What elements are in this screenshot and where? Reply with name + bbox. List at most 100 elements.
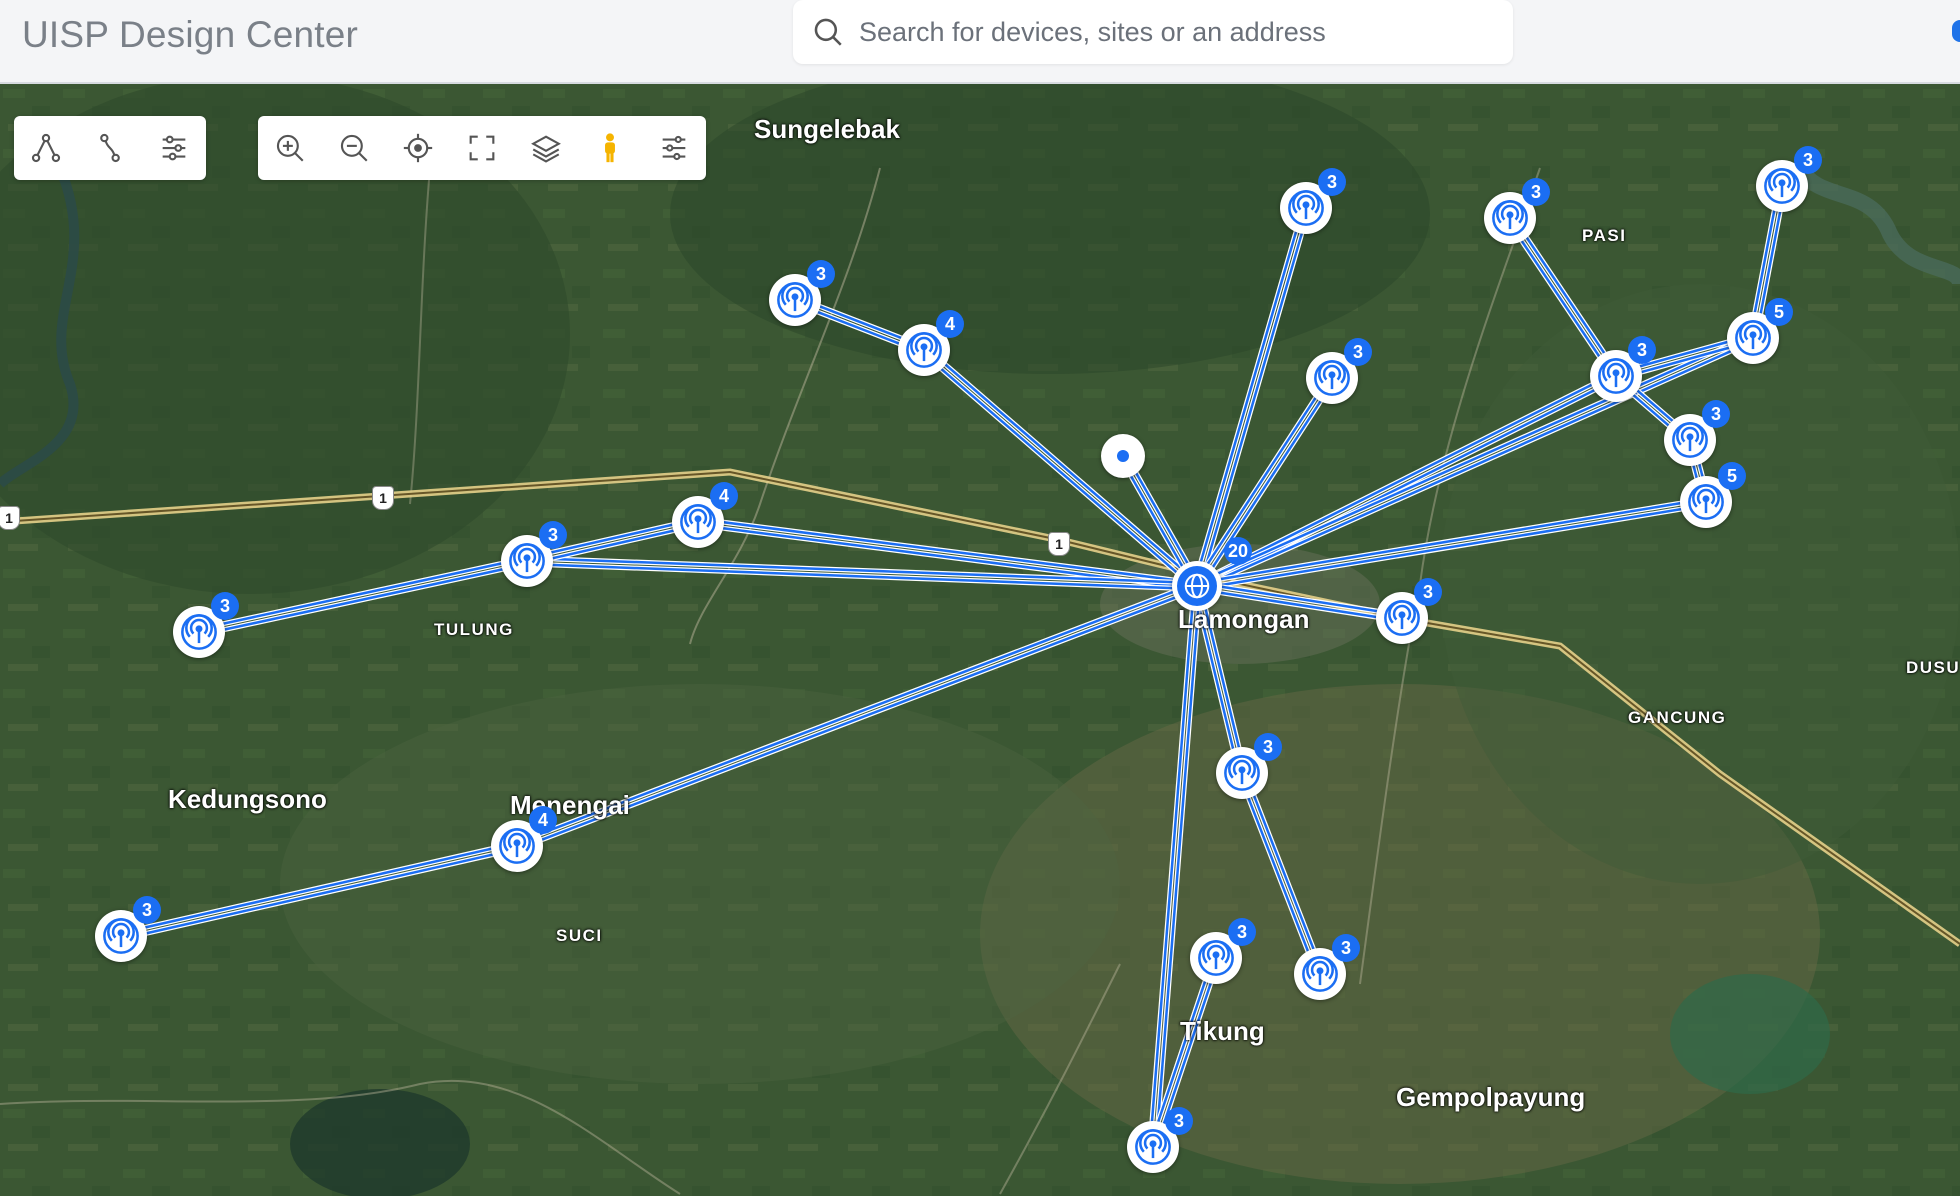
app-title: UISP Design Center: [22, 14, 359, 55]
site-marker[interactable]: 4: [898, 310, 964, 376]
road-shield: 1: [0, 506, 20, 530]
hub-site[interactable]: 20: [1172, 537, 1252, 611]
locate-button[interactable]: [386, 116, 450, 180]
site-marker[interactable]: 3: [95, 896, 161, 962]
site-count-badge: 3: [133, 896, 161, 924]
site-marker[interactable]: 3: [1127, 1107, 1193, 1173]
antenna-icon: [679, 503, 717, 541]
site-count-badge: 3: [1344, 338, 1372, 366]
search-input[interactable]: [845, 0, 1513, 65]
zoom-out-button[interactable]: [322, 116, 386, 180]
antenna-icon: [905, 331, 943, 369]
filter-button[interactable]: [142, 116, 206, 180]
place-label: Tikung: [1180, 1016, 1265, 1046]
place-label: Menengai: [510, 790, 630, 820]
site-marker[interactable]: 3: [769, 260, 835, 326]
locate-icon: [403, 133, 433, 163]
site-count-badge: 3: [1228, 918, 1256, 946]
site-marker[interactable]: 3: [1306, 338, 1372, 404]
site-marker[interactable]: 3: [1756, 146, 1822, 212]
site-marker[interactable]: 4: [672, 482, 738, 548]
site-marker[interactable]: 3: [1664, 400, 1730, 466]
road-shield: 1: [372, 486, 394, 510]
site-marker[interactable]: 3: [173, 592, 239, 658]
antenna-icon: [1223, 754, 1261, 792]
location-pin[interactable]: [1101, 434, 1145, 478]
link-button[interactable]: [78, 116, 142, 180]
map-background: [0, 84, 1960, 1196]
site-marker[interactable]: 3: [1216, 733, 1282, 799]
satellite-map[interactable]: 1 1 1 Sungelebak PASI TULUNG Lamongan Ke…: [0, 84, 1960, 1196]
site-count-badge: 5: [1718, 462, 1746, 490]
site-marker[interactable]: 5: [1680, 462, 1746, 528]
site-count-badge: 4: [529, 806, 557, 834]
layers-button[interactable]: [514, 116, 578, 180]
antenna-icon: [1383, 599, 1421, 637]
place-label: GANCUNG: [1628, 708, 1727, 727]
antenna-icon: [102, 917, 140, 955]
antenna-icon: [1301, 955, 1339, 993]
site-marker[interactable]: 3: [1190, 918, 1256, 984]
search-icon: [814, 18, 842, 46]
fullscreen-icon: [469, 135, 495, 161]
fullscreen-button[interactable]: [450, 116, 514, 180]
topology-button[interactable]: [14, 116, 78, 180]
top-bar: UISP Design Center: [0, 0, 1960, 84]
site-marker[interactable]: 4: [491, 806, 557, 872]
antenna-icon: [1313, 359, 1351, 397]
map-settings-button[interactable]: [642, 116, 706, 180]
site-count-badge: 3: [211, 592, 239, 620]
antenna-icon: [1687, 483, 1725, 521]
place-label: SUCI: [556, 926, 603, 945]
antenna-icon: [498, 827, 536, 865]
site-marker[interactable]: 3: [1280, 168, 1346, 234]
site-count-badge: 3: [539, 521, 567, 549]
site-count-badge: 5: [1765, 298, 1793, 326]
site-count-badge: 3: [1794, 146, 1822, 174]
antenna-icon: [1134, 1128, 1172, 1166]
place-label: Gempolpayung: [1396, 1082, 1586, 1112]
site-count-badge: 3: [1628, 336, 1656, 364]
place-label: Kedungsono: [168, 784, 327, 814]
zoom-out-icon: [340, 134, 368, 162]
toolbar-map-controls: [258, 116, 706, 180]
place-label: TULUNG: [434, 620, 514, 639]
site-count-badge: 3: [1254, 733, 1282, 761]
antenna-icon: [180, 613, 218, 651]
antenna-icon: [1197, 939, 1235, 977]
link-icon: [100, 133, 120, 163]
site-count-badge: 4: [710, 482, 738, 510]
site-count-badge: 3: [1522, 178, 1550, 206]
antenna-icon: [508, 542, 546, 580]
site-count-badge: 3: [1414, 578, 1442, 606]
site-marker[interactable]: 3: [1294, 934, 1360, 1000]
zoom-in-button[interactable]: [258, 116, 322, 180]
profile-edge-indicator[interactable]: [1952, 20, 1960, 42]
street-view-button[interactable]: [578, 116, 642, 180]
layers-icon: [531, 135, 561, 163]
antenna-icon: [1671, 421, 1709, 459]
search-box[interactable]: [793, 0, 1513, 65]
antenna-icon: [1597, 357, 1635, 395]
antenna-icon: [1734, 319, 1772, 357]
site-count-badge: 3: [1318, 168, 1346, 196]
antenna-icon: [1763, 167, 1801, 205]
site-marker[interactable]: 3: [1484, 178, 1550, 244]
zoom-in-icon: [276, 134, 304, 162]
filter-icon: [162, 135, 186, 161]
site-marker[interactable]: 3: [1376, 578, 1442, 644]
place-label: Sungelebak: [754, 114, 900, 144]
hub-count-badge: 20: [1224, 537, 1252, 565]
site-count-badge: 3: [807, 260, 835, 288]
globe-icon: [1177, 566, 1217, 606]
pin-dot-icon: [1117, 450, 1129, 462]
antenna-icon: [1491, 199, 1529, 237]
site-count-badge: 3: [1165, 1107, 1193, 1135]
topology-icon: [31, 133, 61, 163]
site-marker[interactable]: 5: [1727, 298, 1793, 364]
place-label: DUSU: [1906, 658, 1960, 677]
site-marker[interactable]: 3: [501, 521, 567, 587]
antenna-icon: [776, 281, 814, 319]
site-marker[interactable]: 3: [1590, 336, 1656, 402]
road-shield: 1: [1048, 532, 1070, 556]
